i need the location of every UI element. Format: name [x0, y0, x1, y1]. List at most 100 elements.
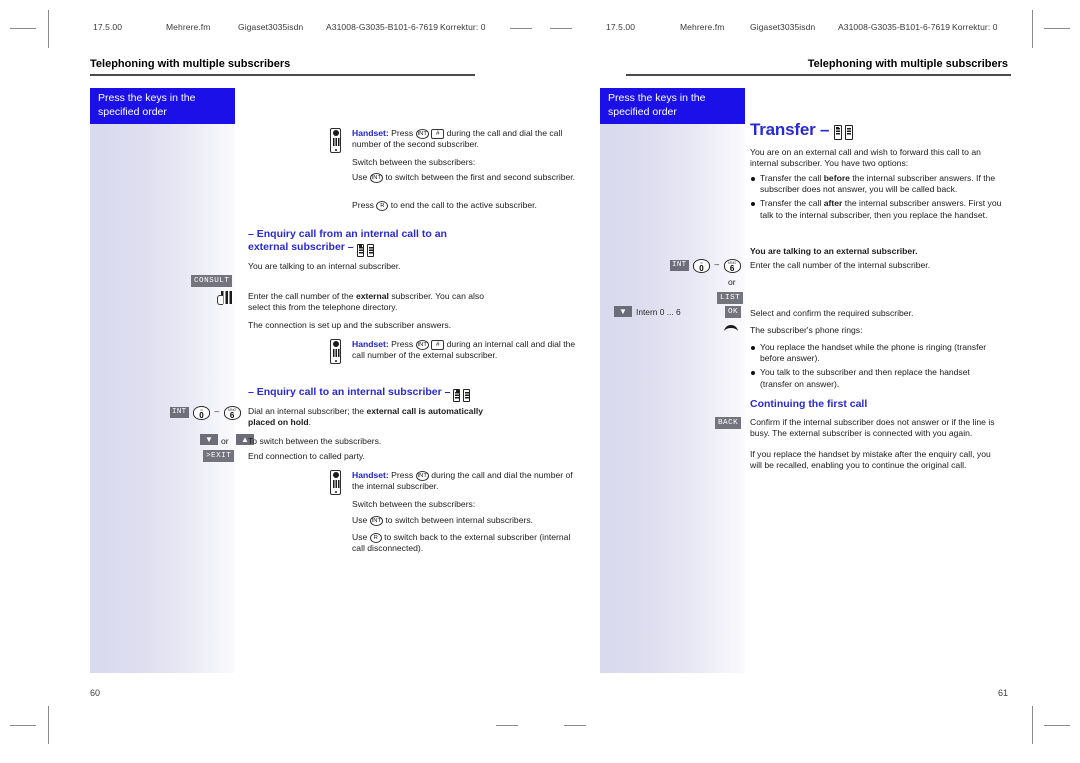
left-s1-hs-a: Press	[391, 339, 414, 349]
r-key-icon: R	[369, 532, 382, 543]
right-page-title-text: Transfer –	[750, 120, 830, 139]
base-station-icons	[833, 122, 856, 142]
crop-mark-right-top-h	[1044, 28, 1070, 29]
left-section1-keypad-text: Enter the call number of the external su…	[248, 291, 493, 313]
left-section2-switch-text: To switch between the subscribers.	[248, 436, 382, 446]
left-header-rule	[90, 74, 475, 76]
right-options-list: Transfer the call before the internal su…	[750, 173, 1002, 224]
left-section2-heading: – Enquiry call to an internal subscriber…	[248, 386, 498, 402]
right-confirm-text: Confirm if the internal subscriber does …	[750, 417, 995, 439]
handset-icon	[330, 339, 341, 364]
runhead-left-product: Gigaset3035isdn	[238, 22, 304, 32]
left-b1-l3b: to switch between the first and second s…	[385, 172, 576, 182]
left-s2-l4b: to switch back to the external subscribe…	[352, 532, 571, 554]
left-b1-l4a: Press	[352, 200, 374, 210]
right-bullet1-pre: Transfer the call	[760, 198, 824, 209]
left-s2-dial-a: Dial an internal subscriber; the	[248, 406, 367, 416]
left-s1-kp-bold: external	[355, 291, 389, 301]
right-recall-text: If you replace the handset by mistake af…	[750, 449, 991, 471]
int-key-icon: INT	[415, 470, 429, 481]
softkey-exit: >EXIT	[203, 450, 235, 462]
right-bullet0-bold: before	[823, 173, 850, 183]
int-key-icon: INT	[415, 339, 429, 350]
right-header-rule	[626, 74, 1011, 76]
right-subheading: Continuing the first call	[750, 398, 868, 410]
left-block1-line1: Handset: Press INT # during the call and…	[352, 128, 582, 150]
runhead-right-revision: Korrektur: 0	[952, 22, 998, 32]
arrow-down-key-icon: ▼	[200, 434, 218, 445]
left-block1-line2: Switch between the subscribers:	[352, 157, 476, 167]
right-callout-box: Press the keys in the specified order	[600, 88, 745, 124]
right-state-bold-text: You are talking to an external subscribe…	[750, 246, 918, 256]
list-item: You talk to the subscriber and then repl…	[750, 367, 1002, 389]
left-s2-l3b: to switch between internal subscribers.	[385, 515, 534, 525]
left-b1-l3a: Use	[352, 172, 368, 182]
left-section1-handset-text: Handset: Press INT # during an internal …	[352, 339, 582, 361]
int-softkey-icon: INT	[170, 407, 189, 419]
left-section2-end-text: End connection to called party.	[248, 451, 365, 461]
right-intro: You are on an external call and wish to …	[750, 147, 981, 169]
left-s2-dial-b: .	[308, 417, 312, 428]
digit-key-0: ∞ 0	[192, 405, 210, 420]
crop-mark-center-top-left	[510, 28, 532, 29]
crop-mark-center-bottom-right	[564, 725, 586, 726]
right-key-column	[600, 88, 745, 673]
runhead-right-file: Mehrere.fm	[680, 22, 725, 32]
left-section2-keyrow: INT ∞ 0 – MNO 6	[170, 404, 241, 422]
handset-label: Handset:	[352, 339, 389, 349]
crop-mark-right-bottom	[1032, 706, 1033, 744]
int-key-icon: INT	[369, 515, 384, 526]
key-range-dash: –	[214, 406, 220, 416]
list-item: You replace the handset while the phone …	[750, 342, 1002, 364]
left-section2-line4: Use R to switch back to the external sub…	[352, 532, 582, 554]
r-key-icon: R	[376, 200, 389, 211]
right-rings-text: The subscriber's phone rings:	[750, 325, 863, 335]
int-softkey-icon: INT	[670, 260, 689, 272]
runhead-right-product: Gigaset3035isdn	[750, 22, 816, 32]
softkey-back: BACK	[715, 417, 742, 429]
crop-mark-left-top-h	[10, 28, 36, 29]
crop-mark-center-top-right	[550, 28, 572, 29]
right-keyrow: INT ∞ 0 – MNO 6	[670, 257, 741, 275]
runhead-right-date: 17.5.00	[606, 22, 636, 32]
crop-mark-left-bottom	[48, 706, 49, 744]
arrow-down-key-icon: ▼	[614, 306, 632, 317]
right-rings-list: You replace the handset while the phone …	[750, 342, 1002, 393]
crop-mark-right-bottom-h	[1044, 725, 1070, 726]
handset-label: Handset:	[352, 128, 389, 138]
left-section2-handset-text: Handset: Press INT during the call and d…	[352, 470, 582, 492]
right-or-label: or	[728, 277, 736, 287]
handset-label: Handset:	[352, 470, 389, 480]
hash-key-icon: #	[431, 128, 445, 139]
left-callout-box: Press the keys in the specified order	[90, 88, 235, 124]
softkey-list: LIST	[717, 292, 744, 304]
left-section1-intro: You are talking to an internal subscribe…	[248, 261, 401, 271]
int-key-icon: INT	[369, 172, 384, 183]
softkey-consult: CONSULT	[191, 275, 233, 287]
left-s2-hs-a: Press	[391, 470, 414, 480]
left-folio: 60	[90, 688, 101, 698]
right-bullet1-bold: after	[823, 198, 843, 209]
left-s2-l4a: Use	[352, 532, 368, 542]
crop-mark-center-bottom-left	[496, 725, 518, 726]
base-station-icons	[453, 388, 473, 402]
crop-mark-left-bottom-h	[10, 725, 36, 726]
softkey-ok: OK	[725, 306, 742, 318]
list-item: Transfer the call after the internal sub…	[750, 198, 1002, 220]
base-station-icons	[356, 243, 377, 257]
hash-key-icon: #	[431, 339, 445, 350]
digit-key-6: MNO 6	[723, 258, 741, 273]
crop-mark-left-top	[48, 10, 49, 48]
key-range-dash: –	[714, 259, 720, 269]
left-section1-heading: – Enquiry call from an internal call to …	[248, 228, 488, 257]
display-line-intern: Intern 0 ... 6	[636, 307, 681, 317]
left-section2-line2: Switch between the subscribers:	[352, 499, 476, 509]
runhead-left-date: 17.5.00	[93, 22, 123, 32]
right-chapter-title: Telephoning with multiple subscribers	[807, 58, 1008, 70]
left-section1-heading-text: – Enquiry call from an internal call to …	[248, 228, 447, 253]
document-page-spread: 17.5.00 Mehrere.fm Gigaset3035isdn A3100…	[0, 0, 1080, 763]
runhead-left-revision: Korrektur: 0	[440, 22, 486, 32]
runhead-left-file: Mehrere.fm	[166, 22, 211, 32]
keypad-hand-icon	[217, 291, 234, 306]
crop-mark-right-top	[1032, 10, 1033, 48]
